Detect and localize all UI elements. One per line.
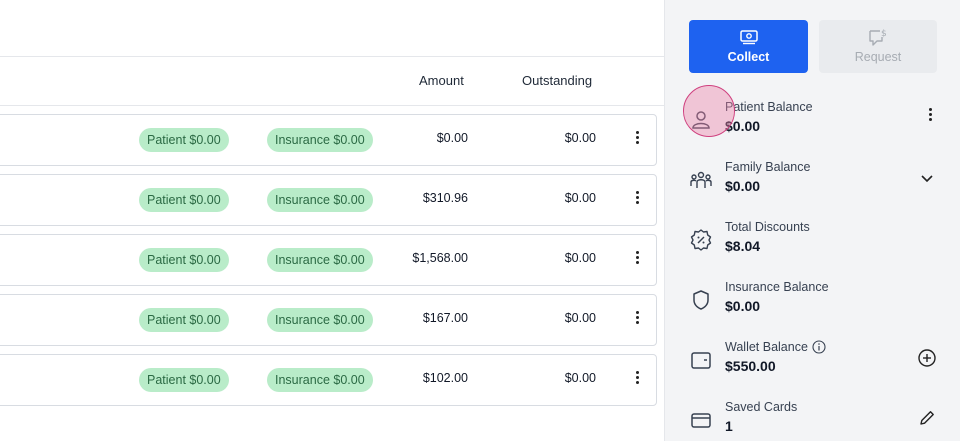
saved-cards-label: Saved Cards: [725, 400, 798, 414]
ledger-table: Amount Outstanding Patient $0.00 Insuran…: [0, 0, 664, 441]
total-discounts-item: Total Discounts $8.04: [665, 216, 960, 266]
row-outstanding: $0.00: [564, 191, 596, 205]
table-row[interactable]: Patient $0.00 Insurance $0.00 $167.00 $0…: [0, 294, 657, 346]
row-outstanding: $0.00: [564, 251, 596, 265]
total-discounts-label: Total Discounts: [725, 220, 810, 234]
table-row[interactable]: Patient $0.00 Insurance $0.00 $102.00 $0…: [0, 354, 657, 406]
insurance-badge: Insurance $0.00: [267, 368, 373, 392]
table-row[interactable]: Patient $0.00 Insurance $0.00 $310.96 $0…: [0, 174, 657, 226]
insurance-badge: Insurance $0.00: [267, 188, 373, 212]
insurance-balance-label: Insurance Balance: [725, 280, 829, 294]
insurance-balance-value: $0.00: [725, 298, 761, 314]
patient-badge: Patient $0.00: [139, 128, 229, 152]
total-discounts-value: $8.04: [725, 238, 761, 254]
row-amount: $1,568.00: [412, 251, 468, 265]
table-header: Amount Outstanding: [0, 57, 664, 106]
header-outstanding: Outstanding: [522, 73, 593, 88]
more-vertical-icon[interactable]: [634, 369, 640, 389]
credit-card-icon: [691, 413, 711, 428]
family-balance-value: $0.00: [725, 178, 761, 194]
saved-cards-value: 1: [725, 418, 733, 434]
patient-balance-label: Patient Balance: [725, 100, 813, 114]
more-vertical-icon[interactable]: [927, 106, 933, 126]
row-outstanding: $0.00: [564, 311, 596, 325]
more-vertical-icon[interactable]: [634, 309, 640, 329]
table-row[interactable]: Patient $0.00 Insurance $0.00 $1,568.00 …: [0, 234, 657, 286]
patient-badge: Patient $0.00: [139, 368, 229, 392]
table-row[interactable]: Patient $0.00 Insurance $0.00 $0.00 $0.0…: [0, 114, 657, 166]
plus-circle-icon[interactable]: [917, 348, 937, 368]
row-amount: $310.96: [422, 191, 468, 205]
saved-cards-item: Saved Cards 1: [665, 396, 960, 446]
chevron-down-icon[interactable]: [917, 168, 937, 188]
wallet-balance-label: Wallet Balance: [725, 340, 808, 354]
balance-panel: Collect $ Request Patient Balance $0.00 …: [664, 0, 960, 441]
row-outstanding: $0.00: [564, 131, 596, 145]
header-amount: Amount: [419, 73, 464, 88]
cash-icon: [739, 30, 758, 45]
message-dollar-icon: $: [869, 29, 887, 46]
svg-text:$: $: [881, 29, 887, 39]
request-label: Request: [854, 50, 902, 64]
row-amount: $0.00: [436, 131, 468, 145]
patient-badge: Patient $0.00: [139, 248, 229, 272]
patient-balance-value: $0.00: [725, 118, 761, 134]
wallet-icon: [691, 352, 711, 369]
patient-badge: Patient $0.00: [139, 308, 229, 332]
patient-badge: Patient $0.00: [139, 188, 229, 212]
discount-badge-icon: [690, 229, 712, 251]
insurance-badge: Insurance $0.00: [267, 128, 373, 152]
info-icon[interactable]: [812, 340, 826, 354]
family-icon: [690, 171, 712, 188]
request-button[interactable]: $ Request: [819, 20, 937, 73]
collect-label: Collect: [727, 50, 770, 64]
more-vertical-icon[interactable]: [634, 249, 640, 269]
insurance-badge: Insurance $0.00: [267, 248, 373, 272]
wallet-balance-value: $550.00: [725, 358, 776, 374]
more-vertical-icon[interactable]: [634, 189, 640, 209]
family-balance-item[interactable]: Family Balance $0.00: [665, 156, 960, 206]
row-amount: $102.00: [422, 371, 468, 385]
collect-button[interactable]: Collect: [689, 20, 808, 73]
user-icon: [692, 111, 710, 129]
ledger-toolbar: [0, 0, 664, 57]
row-outstanding: $0.00: [564, 371, 596, 385]
more-vertical-icon[interactable]: [634, 129, 640, 149]
pencil-icon[interactable]: [917, 408, 937, 428]
family-balance-label: Family Balance: [725, 160, 811, 174]
insurance-balance-item: Insurance Balance $0.00: [665, 276, 960, 326]
row-amount: $167.00: [422, 311, 468, 325]
wallet-balance-item: Wallet Balance $550.00: [665, 336, 960, 386]
patient-balance-item: Patient Balance $0.00: [665, 96, 960, 146]
shield-icon: [693, 290, 709, 310]
insurance-badge: Insurance $0.00: [267, 308, 373, 332]
